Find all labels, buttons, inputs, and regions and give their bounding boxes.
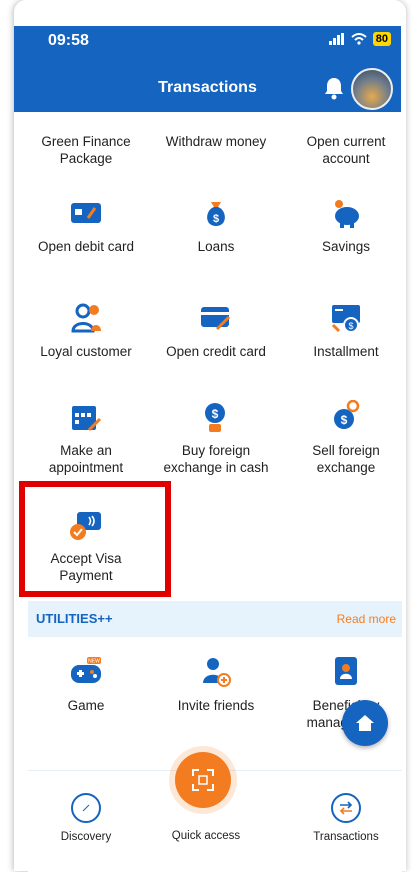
service-label: Open debit card — [37, 239, 135, 254]
service-label: Green Finance Package — [41, 134, 131, 166]
service-label: Installment — [313, 344, 379, 359]
highlight-box — [19, 481, 171, 597]
service-savings[interactable]: Savings — [280, 196, 412, 255]
bell-icon[interactable] — [323, 76, 345, 100]
service-loans[interactable]: $ Loans — [150, 196, 282, 255]
quick-access-button[interactable] — [175, 752, 231, 808]
buy-fx-icon: $ — [205, 403, 225, 432]
service-label: Withdraw money — [165, 134, 267, 149]
piggy-bank-icon — [335, 200, 359, 228]
service-open-debit-card[interactable]: Open debit card — [20, 196, 152, 255]
service-sell-foreign-exchange[interactable]: $ Sell foreign exchange — [280, 400, 412, 476]
service-green-finance[interactable]: Green Finance Package — [20, 133, 152, 167]
nav-label: Transactions — [313, 831, 379, 843]
service-label: Loyal customer — [40, 344, 132, 359]
quick-access-label: Quick access — [171, 830, 241, 842]
service-buy-foreign-exchange[interactable]: $ Buy foreign exchange in cash — [150, 400, 282, 476]
invite-friends-icon — [203, 658, 231, 687]
nav-discovery[interactable]: Discovery — [36, 793, 136, 843]
service-make-appointment[interactable]: Make an appointment — [20, 400, 152, 476]
avatar[interactable] — [351, 68, 393, 110]
service-label: Buy foreign exchange in cash — [163, 443, 269, 475]
nav-label: Discovery — [60, 831, 112, 843]
svg-text:$: $ — [348, 321, 353, 331]
service-open-credit-card[interactable]: Open credit card — [150, 301, 282, 360]
calendar-icon — [72, 406, 102, 432]
wifi-icon — [351, 33, 367, 45]
service-label: Sell foreign exchange — [312, 443, 380, 475]
compass-icon — [71, 793, 101, 823]
svg-text:$: $ — [341, 413, 348, 427]
app-header: 09:58 80 Transactions — [14, 26, 401, 112]
status-time: 09:58 — [48, 32, 89, 49]
beneficiary-icon — [335, 657, 357, 685]
new-badge: NEW — [88, 659, 100, 665]
svg-text:$: $ — [213, 213, 219, 225]
service-label: Make an appointment — [48, 443, 124, 475]
installment-icon: $ — [331, 305, 360, 333]
service-label: Loans — [197, 239, 235, 254]
service-open-current-account[interactable]: Open current account — [280, 133, 412, 167]
service-label: Open current account — [306, 134, 386, 166]
credit-card-icon — [201, 307, 231, 331]
signal-icon — [328, 33, 344, 45]
battery-badge: 80 — [372, 32, 391, 46]
utility-invite-friends[interactable]: Invite friends — [150, 655, 282, 714]
loyal-customer-icon — [71, 303, 101, 333]
service-withdraw-money[interactable]: Withdraw money — [150, 133, 282, 150]
sell-fx-icon: $ — [334, 400, 360, 429]
service-label: Open credit card — [166, 344, 266, 359]
service-loyal-customer[interactable]: Loyal customer — [20, 301, 152, 360]
read-more-link[interactable]: Read more — [337, 612, 396, 626]
utility-label: Game — [67, 698, 105, 713]
transfer-arrows-icon — [331, 793, 361, 823]
home-icon — [356, 715, 374, 731]
utilities-title: UTILITIES++ — [36, 611, 113, 626]
utilities-bar: UTILITIES++ Read more — [28, 601, 402, 637]
service-label: Savings — [321, 239, 371, 254]
scan-qr-icon — [192, 769, 214, 791]
home-fab[interactable] — [342, 700, 388, 746]
money-bag-icon: $ — [207, 202, 225, 226]
nav-transactions[interactable]: Transactions — [296, 793, 396, 843]
debit-card-icon — [71, 203, 101, 223]
service-installment[interactable]: $ Installment — [280, 301, 412, 360]
game-controller-icon: NEW — [71, 657, 101, 683]
status-icons: 80 — [328, 32, 391, 46]
utility-game[interactable]: NEW Game — [20, 655, 152, 714]
svg-text:$: $ — [212, 407, 219, 421]
utility-label: Invite friends — [177, 698, 255, 713]
